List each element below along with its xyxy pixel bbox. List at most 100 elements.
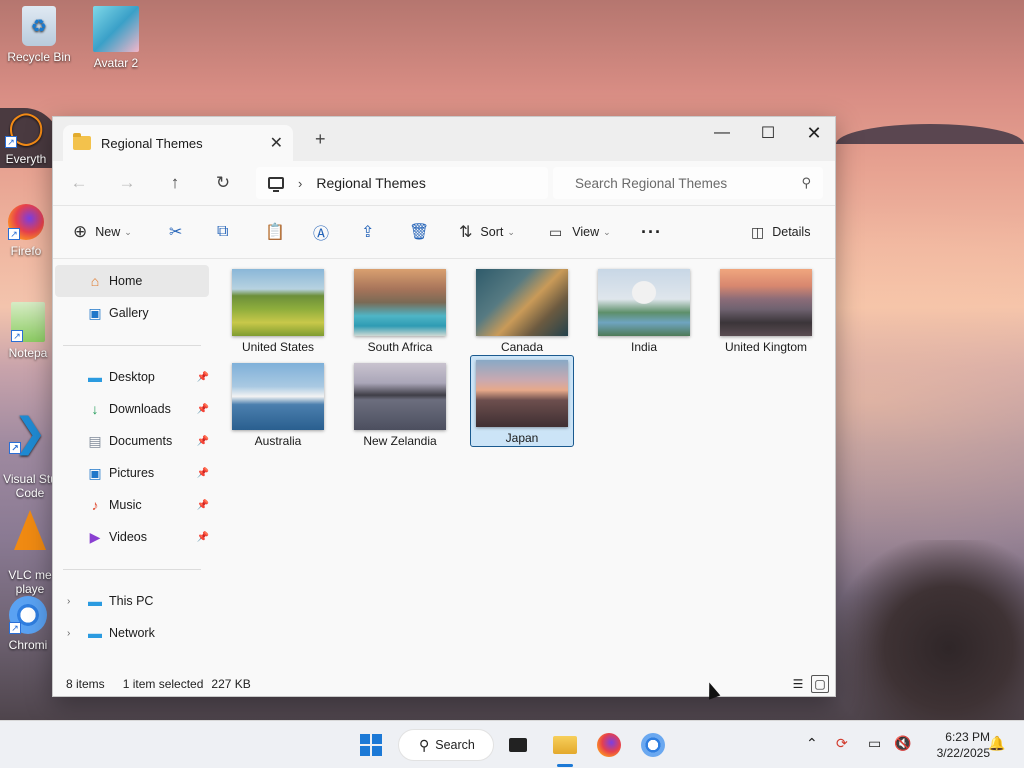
sidebar-item-pictures[interactable]: ▣ Pictures 📌 <box>55 457 209 489</box>
title-bar[interactable]: Regional Themes ✕ + — ☐ ✕ <box>53 117 835 161</box>
delete-button[interactable]: 🗑 <box>409 206 429 258</box>
search-input[interactable] <box>575 175 802 191</box>
forward-button[interactable]: → <box>113 171 141 195</box>
address-box[interactable]: › Regional Themes <box>256 167 548 199</box>
search-box[interactable]: ⚲ <box>553 167 823 199</box>
sidebar-item-videos[interactable]: ▶ Videos 📌 <box>55 521 209 553</box>
desktop-icon-firefox[interactable]: ↗ Firefo <box>0 204 52 258</box>
view-button[interactable]: ▭ View ⌄ <box>549 206 611 258</box>
share-icon: ⇪ <box>361 224 375 241</box>
file-item-australia[interactable]: Australia <box>226 355 330 448</box>
update-sync-icon[interactable]: ⟳ <box>836 735 848 752</box>
sidebar-item-music[interactable]: ♪ Music 📌 <box>55 489 210 521</box>
copy-button[interactable]: ⧉ <box>217 206 228 258</box>
system-clock[interactable]: 6:23 PM 3/22/2025 <box>918 729 990 761</box>
cut-button[interactable]: ✂ <box>169 206 182 258</box>
plus-circle-icon: ⊕ <box>73 222 88 241</box>
taskbar-search[interactable]: ⚲ Search <box>398 729 494 761</box>
taskbar-firefox[interactable] <box>591 729 627 761</box>
file-item-india[interactable]: India <box>592 261 696 354</box>
minimize-button[interactable]: — <box>699 117 745 149</box>
file-item-united-states[interactable]: United States <box>226 261 330 354</box>
file-item-japan[interactable]: Japan <box>470 355 574 447</box>
back-button[interactable]: ← <box>65 171 93 195</box>
sidebar-item-home[interactable]: ⌂ Home <box>55 265 209 297</box>
pin-icon[interactable]: 📌 <box>197 372 209 383</box>
refresh-button[interactable]: ↻ <box>209 171 237 195</box>
desktop-icon-avatar[interactable]: Avatar 2 <box>80 6 152 70</box>
this-pc-icon: ▬ <box>88 593 102 609</box>
image-thumbnail <box>232 269 324 336</box>
file-item-united-kingtom[interactable]: United Kingtom <box>714 261 818 354</box>
sidebar-item-gallery[interactable]: ▣ Gallery <box>55 297 209 329</box>
paste-button[interactable]: 📋 <box>265 206 285 258</box>
sidebar-item-label: Documents <box>109 434 173 448</box>
sidebar-item-desktop[interactable]: ▬ Desktop 📌 <box>55 361 209 393</box>
clock-date: 3/22/2025 <box>936 746 990 760</box>
desktop-icon-recycle-bin[interactable]: ♻ Recycle Bin <box>3 6 75 64</box>
view-toggle: ☰ ▢ <box>789 675 829 693</box>
file-name: United States <box>241 340 315 354</box>
desktop-icon-vlc[interactable]: VLC me playe <box>0 496 60 610</box>
status-bar: 8 items 1 item selected 227 KB ☰ ▢ <box>53 671 835 697</box>
taskbar-chromium[interactable] <box>635 729 671 761</box>
tab-regional-themes[interactable]: Regional Themes ✕ <box>63 125 293 161</box>
view-square-icon: ▭ <box>549 223 563 240</box>
volume-muted-icon[interactable]: 🔇 <box>894 735 911 752</box>
expand-chevron-icon[interactable]: › <box>67 628 70 639</box>
taskbar-file-explorer[interactable] <box>547 729 583 767</box>
file-item-south-africa[interactable]: South Africa <box>348 261 452 354</box>
sort-label: Sort <box>480 225 504 239</box>
folder-icon <box>553 736 577 754</box>
close-window-button[interactable]: ✕ <box>791 117 837 149</box>
task-view-button[interactable] <box>500 729 536 761</box>
pin-icon[interactable]: 📌 <box>197 500 209 511</box>
firefox-icon <box>597 733 621 757</box>
command-bar: ⊕ New ⌄ ✂ ⧉ 📋 Ⓐ ⇪ 🗑 ⇅ Sort ⌄ ▭ View ⌄ ··… <box>53 205 835 259</box>
chevron-down-icon: ⌄ <box>124 226 132 237</box>
share-button[interactable]: ⇪ <box>361 206 374 258</box>
pin-icon[interactable]: 📌 <box>197 404 209 415</box>
rename-button[interactable]: Ⓐ <box>313 206 329 258</box>
breadcrumb-regional-themes[interactable]: Regional Themes <box>316 175 425 191</box>
notification-bell-icon[interactable]: 🔔 <box>988 735 1005 752</box>
maximize-button[interactable]: ☐ <box>745 117 791 149</box>
desktop-icon-chromium[interactable]: ↗ Chromi <box>0 596 56 652</box>
desktop-icon-notepad[interactable]: ↗ Notepa <box>0 302 56 360</box>
sidebar-item-documents[interactable]: ▤ Documents 📌 <box>55 425 209 457</box>
pin-icon[interactable]: 📌 <box>197 436 209 447</box>
details-button[interactable]: ◫ Details <box>751 206 810 258</box>
chromium-icon <box>641 733 665 757</box>
download-arrow-icon: ↓ <box>91 401 99 417</box>
image-thumbnail <box>476 360 568 427</box>
large-icons-view-icon[interactable]: ▢ <box>811 675 829 693</box>
new-tab-button[interactable]: + <box>315 129 326 150</box>
sidebar-item-network[interactable]: › ▬ Network <box>55 617 209 649</box>
sidebar-item-label: This PC <box>109 594 154 608</box>
file-item-new-zelandia[interactable]: New Zelandia <box>348 355 452 448</box>
pin-icon[interactable]: 📌 <box>197 468 209 479</box>
sidebar-item-this-pc[interactable]: › ▬ This PC <box>55 585 209 617</box>
close-tab-icon[interactable]: ✕ <box>270 133 283 153</box>
selection-size: 227 KB <box>211 677 251 691</box>
desktop-icon-everything[interactable]: ◯ ↗ Everyth <box>0 106 52 166</box>
new-button[interactable]: ⊕ New ⌄ <box>73 206 132 258</box>
image-thumbnail <box>232 363 324 430</box>
wallpaper-rocks <box>836 540 1024 720</box>
sort-button[interactable]: ⇅ Sort ⌄ <box>459 206 515 258</box>
sidebar-divider <box>63 345 201 346</box>
show-hidden-icons-button[interactable]: ⌃ <box>806 735 818 752</box>
network-icon: ▬ <box>88 625 102 641</box>
expand-chevron-icon[interactable]: › <box>67 596 70 607</box>
pin-icon[interactable]: 📌 <box>197 532 209 543</box>
up-button[interactable]: ↑ <box>161 171 189 195</box>
details-view-icon[interactable]: ☰ <box>789 675 807 693</box>
address-bar-row: ← → ↑ ↻ › Regional Themes ⚲ <box>53 161 835 205</box>
start-button[interactable] <box>353 729 389 761</box>
file-item-canada[interactable]: Canada <box>470 261 574 354</box>
file-view: United States South Africa Canada India … <box>223 259 835 700</box>
see-more-button[interactable]: ··· <box>641 206 662 258</box>
sidebar-item-downloads[interactable]: ↓ Downloads 📌 <box>55 393 210 425</box>
network-status-icon[interactable]: ▭ <box>868 735 881 752</box>
scissors-icon: ✂ <box>169 224 183 241</box>
